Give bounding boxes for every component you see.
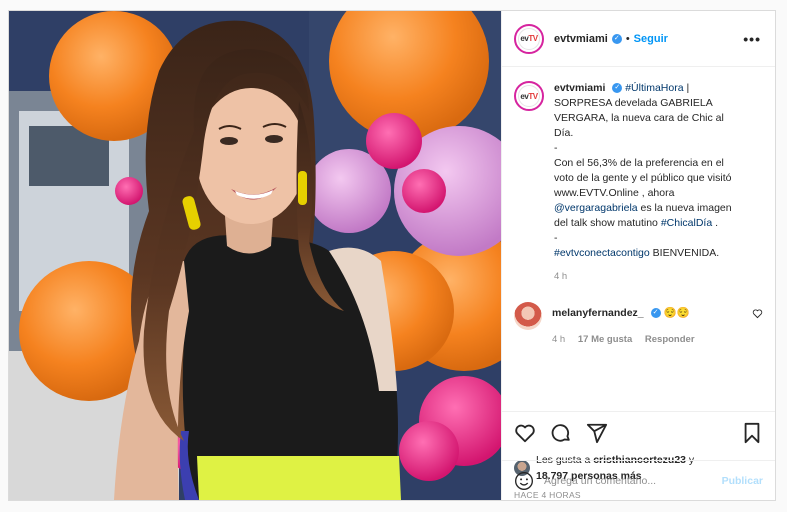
- comment-like-heart-icon[interactable]: [752, 308, 763, 319]
- hashtag-evtvconectacontigo[interactable]: #evtvconectacontigo: [554, 247, 650, 259]
- logo-text-tv: TV: [528, 34, 538, 43]
- author-username[interactable]: evtvmiami: [554, 33, 608, 45]
- comment-bubble-icon[interactable]: [550, 422, 572, 444]
- commenter-username[interactable]: melanyfernandez_: [552, 307, 644, 319]
- share-paper-plane-icon[interactable]: [586, 422, 608, 444]
- post-image[interactable]: [9, 11, 501, 500]
- evtv-logo: ev TV: [518, 85, 540, 107]
- author-avatar[interactable]: ev TV: [514, 23, 544, 54]
- comments-section: ev TV evtvmiami ✓ #ÚltimaHora | SORPRESA …: [502, 67, 775, 411]
- verified-badge-icon: ✓: [650, 308, 661, 319]
- more-options-icon[interactable]: •••: [743, 31, 761, 47]
- mention-vergaragabriela[interactable]: @vergaragabriela: [554, 202, 638, 214]
- like-heart-icon[interactable]: [514, 422, 536, 444]
- logo-text-ev: ev: [520, 91, 529, 101]
- caption-part-5: BIENVENIDA.: [649, 247, 720, 259]
- photo-illustration: [9, 11, 501, 500]
- caption-part-4: .: [712, 217, 719, 229]
- caption-text: evtvmiami ✓ #ÚltimaHora | SORPRESA devel…: [554, 81, 744, 261]
- comment-time[interactable]: 4 h: [552, 334, 565, 345]
- save-bookmark-icon[interactable]: [741, 422, 763, 444]
- verified-badge-icon: ✓: [612, 83, 623, 94]
- separator-dot: •: [625, 32, 630, 45]
- hashtag-ultimahora[interactable]: #ÚltimaHora: [625, 82, 683, 94]
- verified-badge-icon: ✓: [611, 33, 622, 44]
- caption-part-2: Con el 56,3% de la preferencia en el vot…: [554, 157, 732, 199]
- commenter-avatar[interactable]: [514, 302, 542, 330]
- post-header: ev TV evtvmiami ✓ • Seguir •••: [502, 11, 775, 67]
- hashtag-chicaldia[interactable]: #ChicalDía: [661, 217, 712, 229]
- caption: ev TV evtvmiami ✓ #ÚltimaHora | SORPRESA …: [514, 81, 763, 282]
- caption-dash-1: -: [554, 142, 558, 154]
- comment-body: 😌😌: [663, 307, 690, 319]
- post-sidebar: ev TV evtvmiami ✓ • Seguir ••• ev TV evtvm…: [501, 11, 775, 500]
- caption-username[interactable]: evtvmiami: [554, 82, 605, 94]
- logo-text-ev: ev: [520, 34, 529, 43]
- add-comment-input[interactable]: [544, 474, 722, 487]
- caption-time[interactable]: 4 h: [554, 271, 744, 282]
- logo-text-tv: TV: [528, 91, 538, 101]
- comment-item: melanyfernandez_ ✓ 😌😌 4 h 17 Me gusta Re…: [514, 302, 763, 345]
- reply-button[interactable]: Responder: [645, 334, 695, 345]
- caption-dash-2: -: [554, 232, 558, 244]
- follow-button[interactable]: Seguir: [634, 33, 668, 45]
- post-card: ev TV evtvmiami ✓ • Seguir ••• ev TV evtvm…: [8, 10, 776, 501]
- evtv-logo: ev TV: [518, 27, 540, 50]
- add-comment-bar: Publicar: [502, 460, 775, 500]
- comment-text: melanyfernandez_ ✓ 😌😌: [552, 306, 744, 320]
- action-icons: [514, 420, 763, 446]
- caption-avatar[interactable]: ev TV: [514, 81, 544, 111]
- emoji-icon[interactable]: [514, 471, 534, 491]
- publish-button[interactable]: Publicar: [722, 475, 763, 487]
- comment-likes[interactable]: 17 Me gusta: [578, 334, 632, 345]
- comment-meta: 4 h 17 Me gusta Responder: [552, 334, 744, 345]
